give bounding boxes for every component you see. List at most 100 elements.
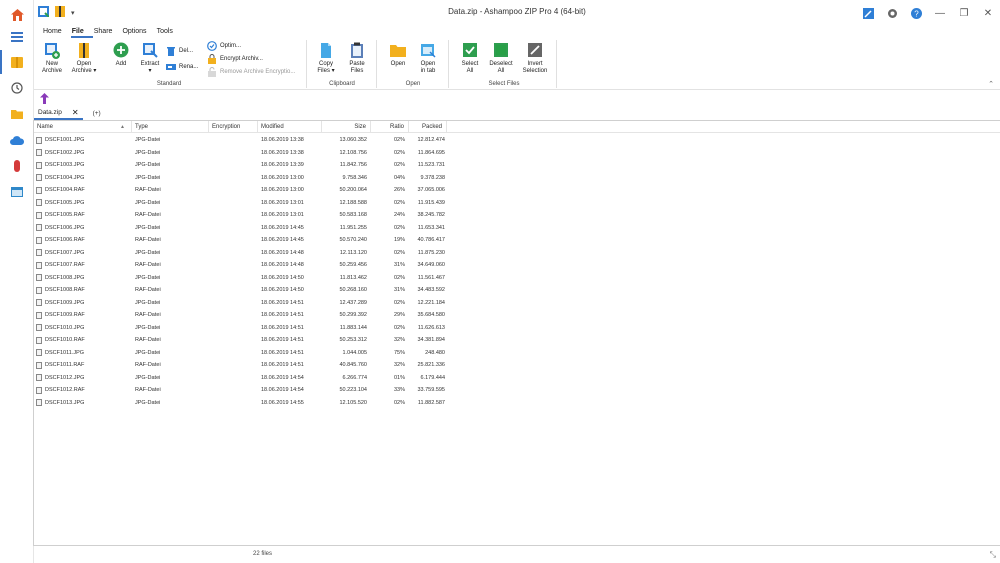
file-ratio-cell: 29% bbox=[393, 312, 405, 318]
file-modified-cell: 18.06.2019 13:00 bbox=[261, 187, 304, 193]
add-tab-button[interactable]: (+) bbox=[93, 110, 101, 117]
tab-tools[interactable]: Tools bbox=[156, 26, 182, 38]
history-icon[interactable] bbox=[0, 77, 34, 99]
rename-button[interactable]: Rena... bbox=[166, 62, 198, 72]
open-in-tab-button[interactable]: Open in tab bbox=[416, 42, 440, 75]
open-button[interactable]: Open bbox=[386, 42, 410, 68]
close-tab-icon[interactable]: ✕ bbox=[72, 108, 79, 117]
column-header-packed[interactable]: Packed bbox=[409, 121, 447, 133]
file-name-cell: DSCF1008.RAF bbox=[36, 284, 132, 297]
new-archive-small-icon[interactable] bbox=[38, 4, 50, 22]
table-row[interactable]: DSCF1006.JPG JPG-Datei 18.06.2019 14:45 11.… bbox=[34, 222, 1000, 235]
remove-encryption-button[interactable]: Remove Archive Encryptio... bbox=[207, 67, 295, 77]
table-row[interactable]: DSCF1012.RAF RAF-Datei 18.06.2019 14:54 50.… bbox=[34, 384, 1000, 397]
tab-home[interactable]: Home bbox=[42, 26, 71, 38]
column-header-encryption[interactable]: Encryption bbox=[209, 121, 258, 133]
file-name: DSCF1010.RAF bbox=[45, 337, 85, 343]
column-header-name[interactable]: Name ▲ bbox=[34, 121, 132, 133]
table-row[interactable]: DSCF1011.RAF RAF-Datei 18.06.2019 14:51 40.… bbox=[34, 359, 1000, 372]
maximize-button[interactable]: ❐ bbox=[952, 0, 976, 26]
file-packed-cell: 248.480 bbox=[425, 349, 445, 356]
document-tabs: Data.zip ✕ (+) bbox=[34, 106, 101, 120]
file-name-cell: DSCF1009.RAF bbox=[36, 309, 132, 322]
column-header-ratio[interactable]: Ratio bbox=[371, 121, 409, 133]
optimize-icon bbox=[207, 41, 217, 51]
home-icon[interactable] bbox=[0, 4, 34, 26]
copy-files-button[interactable]: Copy Files ▾ bbox=[314, 42, 338, 75]
select-all-button[interactable]: Select All bbox=[458, 42, 482, 75]
column-header-size[interactable]: Size bbox=[322, 121, 371, 133]
file-packed-cell: 9.378.238 bbox=[420, 174, 445, 181]
minimize-button[interactable]: — bbox=[928, 0, 952, 26]
table-row[interactable]: DSCF1012.JPG JPG-Datei 18.06.2019 14:54 6.2… bbox=[34, 372, 1000, 385]
qat-dropdown-icon[interactable]: ▾ bbox=[71, 9, 75, 17]
open-archive-button[interactable]: Open Archive ▾ bbox=[70, 42, 98, 75]
usb-icon[interactable] bbox=[0, 155, 34, 177]
encrypt-archive-button[interactable]: Encrypt Archiv... bbox=[207, 54, 263, 64]
paste-files-button[interactable]: Paste Files bbox=[344, 42, 370, 75]
deselect-all-button[interactable]: Deselect All bbox=[486, 42, 516, 75]
help-icon[interactable]: ? bbox=[904, 0, 928, 26]
cloud-icon[interactable] bbox=[0, 129, 34, 151]
resize-grip-icon[interactable]: ⤡ bbox=[990, 550, 996, 560]
file-name-cell: DSCF1010.JPG bbox=[36, 322, 132, 335]
table-row[interactable]: DSCF1010.JPG JPG-Datei 18.06.2019 14:51 11.… bbox=[34, 322, 1000, 335]
table-row[interactable]: DSCF1004.JPG JPG-Datei 18.06.2019 13:00 9.7… bbox=[34, 172, 1000, 185]
file-name: DSCF1006.JPG bbox=[45, 224, 85, 231]
add-button[interactable]: Add bbox=[110, 42, 132, 68]
file-name-cell: DSCF1012.JPG bbox=[36, 372, 132, 385]
menu-icon[interactable] bbox=[0, 26, 34, 48]
close-button[interactable]: ✕ bbox=[976, 0, 1000, 26]
file-ratio-cell: 02% bbox=[393, 249, 405, 256]
navigate-up-button[interactable] bbox=[34, 91, 54, 105]
delete-button[interactable]: Del... bbox=[166, 46, 193, 56]
file-modified-cell: 18.06.2019 13:38 bbox=[261, 137, 304, 143]
file-ratio-cell: 02% bbox=[393, 199, 405, 206]
column-header-modified[interactable]: Modified bbox=[258, 121, 322, 133]
new-archive-button[interactable]: New Archive bbox=[39, 42, 65, 75]
table-row[interactable]: DSCF1007.JPG JPG-Datei 18.06.2019 14:48 12.… bbox=[34, 247, 1000, 260]
settings-gear-icon[interactable] bbox=[880, 0, 904, 26]
table-row[interactable]: DSCF1002.JPG JPG-Datei 18.06.2019 13:38 12.… bbox=[34, 147, 1000, 160]
table-row[interactable]: DSCF1010.RAF RAF-Datei 18.06.2019 14:51 50.… bbox=[34, 334, 1000, 347]
table-row[interactable]: DSCF1011.JPG JPG-Datei 18.06.2019 14:51 1.0… bbox=[34, 347, 1000, 360]
file-size-cell: 40.845.760 bbox=[339, 362, 367, 368]
file-size-cell: 50.268.160 bbox=[339, 287, 367, 293]
table-row[interactable]: DSCF1005.JPG JPG-Datei 18.06.2019 13:01 12.… bbox=[34, 197, 1000, 210]
table-row[interactable]: DSCF1004.RAF RAF-Datei 18.06.2019 13:00 50.… bbox=[34, 184, 1000, 197]
edit-icon[interactable] bbox=[856, 0, 880, 26]
table-row[interactable]: DSCF1007.RAF RAF-Datei 18.06.2019 14:48 50.… bbox=[34, 259, 1000, 272]
window-icon[interactable] bbox=[0, 181, 34, 203]
collapse-ribbon-icon[interactable]: ⌃ bbox=[988, 80, 994, 88]
table-row[interactable]: DSCF1005.RAF RAF-Datei 18.06.2019 13:01 50.… bbox=[34, 209, 1000, 222]
file-ratio-cell: 01% bbox=[393, 374, 405, 381]
table-row[interactable]: DSCF1001.JPG JPG-Datei 18.06.2019 13:38 13.… bbox=[34, 134, 1000, 147]
folder-icon[interactable] bbox=[0, 103, 34, 125]
invert-selection-button[interactable]: Invert Selection bbox=[519, 42, 551, 75]
tab-file[interactable]: File bbox=[70, 26, 93, 38]
file-encryption-cell bbox=[212, 234, 257, 247]
table-row[interactable]: DSCF1008.RAF RAF-Datei 18.06.2019 14:50 50.… bbox=[34, 284, 1000, 297]
file-name: DSCF1002.JPG bbox=[45, 149, 85, 156]
extract-button[interactable]: Extract ▾ bbox=[138, 42, 162, 75]
file-icon bbox=[36, 324, 42, 332]
file-list-header: Name ▲ Type Encryption Modified Size Rat… bbox=[34, 121, 1000, 133]
file-modified-cell: 18.06.2019 14:50 bbox=[261, 287, 304, 293]
file-name: DSCF1004.RAF bbox=[45, 187, 85, 193]
table-row[interactable]: DSCF1008.JPG JPG-Datei 18.06.2019 14:50 11.… bbox=[34, 272, 1000, 285]
archive-icon[interactable] bbox=[0, 51, 34, 73]
table-row[interactable]: DSCF1003.JPG JPG-Datei 18.06.2019 13:39 11.… bbox=[34, 159, 1000, 172]
new-archive-icon bbox=[45, 43, 60, 59]
file-modified-cell: 18.06.2019 13:01 bbox=[261, 199, 304, 206]
open-archive-small-icon[interactable] bbox=[55, 4, 65, 22]
optimize-button[interactable]: Optim... bbox=[207, 41, 241, 51]
column-header-type[interactable]: Type bbox=[132, 121, 209, 133]
table-row[interactable]: DSCF1006.RAF RAF-Datei 18.06.2019 14:45 50.… bbox=[34, 234, 1000, 247]
doc-tab-data-zip[interactable]: Data.zip ✕ bbox=[34, 106, 83, 120]
table-row[interactable]: DSCF1009.JPG JPG-Datei 18.06.2019 14:51 12.… bbox=[34, 297, 1000, 310]
tab-options[interactable]: Options bbox=[121, 26, 155, 38]
group-separator bbox=[376, 40, 377, 88]
table-row[interactable]: DSCF1013.JPG JPG-Datei 18.06.2019 14:55 12.… bbox=[34, 397, 1000, 410]
table-row[interactable]: DSCF1009.RAF RAF-Datei 18.06.2019 14:51 50.… bbox=[34, 309, 1000, 322]
tab-share[interactable]: Share bbox=[93, 26, 122, 38]
